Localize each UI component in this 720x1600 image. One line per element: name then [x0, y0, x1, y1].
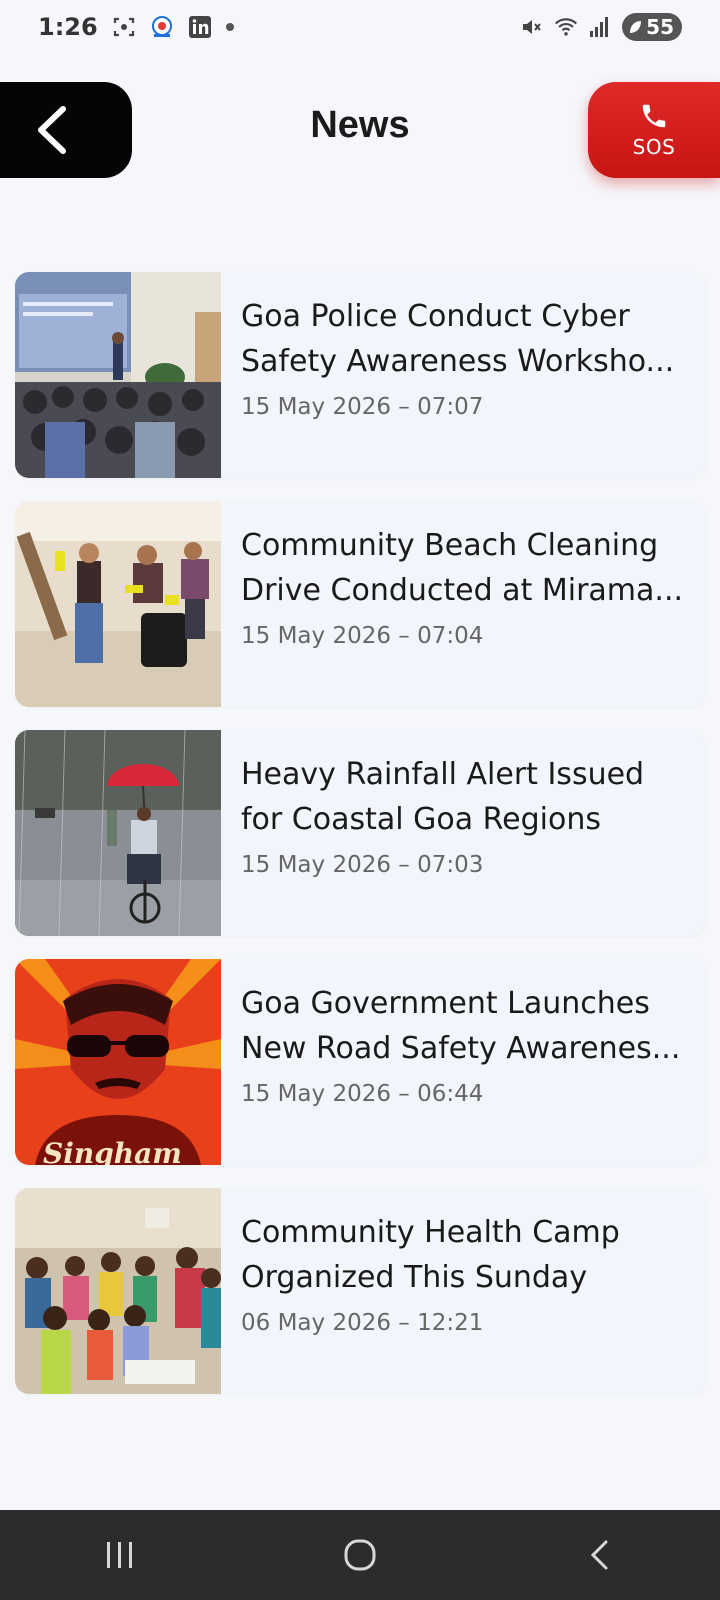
news-text: Community Health Camp Organized This Sun… — [221, 1188, 705, 1394]
news-text: Goa Government Launches New Road Safety … — [221, 959, 705, 1165]
battery-level: 55 — [646, 15, 674, 39]
svg-text:Singham: Singham — [43, 1137, 182, 1165]
leaf-icon — [630, 21, 642, 33]
news-title: Community Beach Cleaning Drive Conducted… — [241, 528, 684, 608]
app-logo-icon — [150, 15, 174, 39]
app-header: News SOS — [0, 82, 720, 178]
news-thumbnail — [15, 501, 221, 707]
news-title: Community Health Camp Organized This Sun… — [241, 1215, 620, 1295]
system-nav-bar — [0, 1510, 720, 1600]
news-card[interactable]: Community Health Camp Organized This Sun… — [15, 1188, 705, 1394]
news-text: Heavy Rainfall Alert Issued for Coastal … — [221, 730, 705, 936]
news-title: Goa Police Conduct Cyber Safety Awarenes… — [241, 299, 675, 379]
news-date: 15 May 2026 – 07:07 — [241, 394, 484, 420]
news-card[interactable]: Goa Police Conduct Cyber Safety Awarenes… — [15, 272, 705, 478]
linkedin-icon — [188, 15, 212, 39]
recent-apps-icon — [107, 1542, 132, 1568]
back-icon — [590, 1540, 608, 1570]
sos-button[interactable]: SOS — [588, 82, 720, 178]
screenshot-icon — [112, 15, 136, 39]
news-title: Heavy Rainfall Alert Issued for Coastal … — [241, 757, 645, 837]
news-title: Goa Government Launches New Road Safety … — [241, 986, 681, 1066]
news-text: Community Beach Cleaning Drive Conducted… — [221, 501, 705, 707]
news-card[interactable]: Heavy Rainfall Alert Issued for Coastal … — [15, 730, 705, 936]
status-bar: 1:26 55 — [0, 0, 720, 54]
battery-indicator: 55 — [622, 13, 682, 41]
news-thumbnail — [15, 1188, 221, 1394]
signal-icon — [588, 15, 612, 39]
news-list: Goa Police Conduct Cyber Safety Awarenes… — [15, 272, 705, 1417]
news-date: 15 May 2026 – 06:44 — [241, 1081, 484, 1107]
news-thumbnail — [15, 730, 221, 936]
mute-icon — [520, 15, 544, 39]
sos-label: SOS — [632, 135, 676, 159]
news-thumbnail: Singham — [15, 959, 221, 1165]
system-back-button[interactable] — [560, 1525, 640, 1585]
news-text: Goa Police Conduct Cyber Safety Awarenes… — [221, 272, 705, 478]
news-date: 15 May 2026 – 07:04 — [241, 623, 484, 649]
news-date: 15 May 2026 – 07:03 — [241, 852, 484, 878]
home-button[interactable] — [320, 1525, 400, 1585]
news-card[interactable]: Community Beach Cleaning Drive Conducted… — [15, 501, 705, 707]
recent-apps-button[interactable] — [80, 1525, 160, 1585]
status-time: 1:26 — [38, 13, 98, 41]
home-icon — [344, 1539, 376, 1571]
notification-dot-icon — [225, 23, 234, 31]
news-date: 06 May 2026 – 12:21 — [241, 1310, 484, 1336]
news-card[interactable]: Singham Goa Government Launches New Road… — [15, 959, 705, 1165]
phone-icon — [642, 104, 666, 128]
news-thumbnail — [15, 272, 221, 478]
wifi-icon — [554, 15, 578, 39]
